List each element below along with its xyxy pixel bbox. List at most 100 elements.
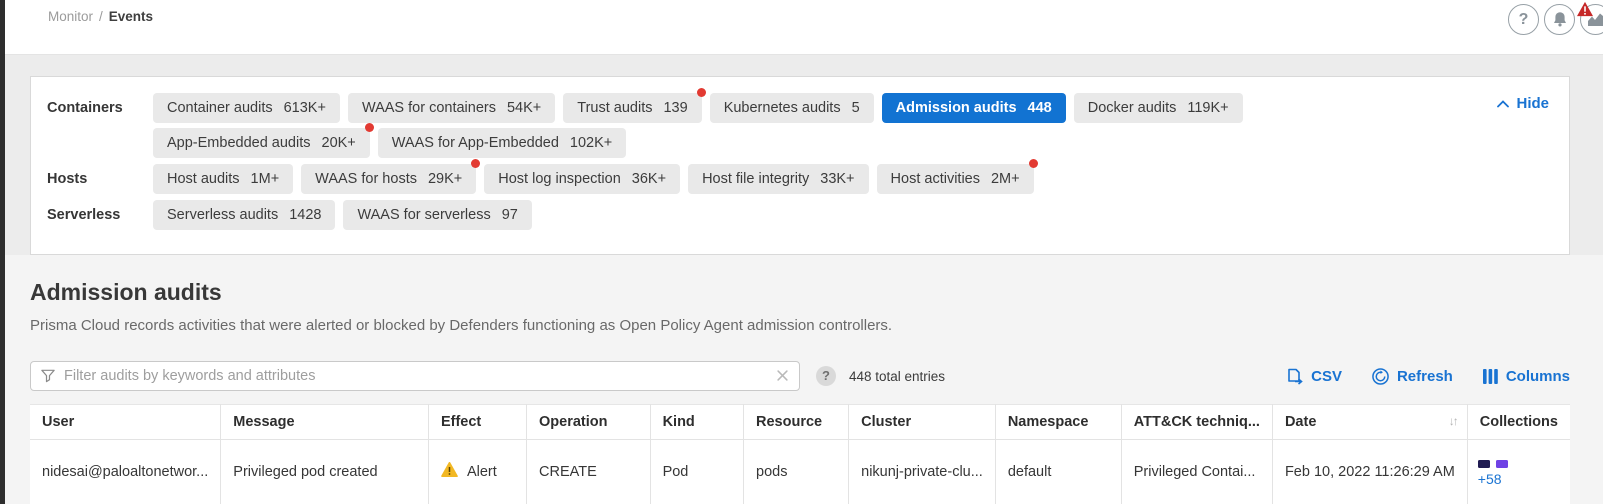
column-header-cluster[interactable]: Cluster (849, 405, 996, 440)
column-header-label: Collections (1480, 414, 1558, 430)
chip-kubernetes-audits[interactable]: Kubernetes audits 5 (710, 93, 874, 123)
chip-label: Host activities (891, 171, 980, 187)
column-header-label: ATT&CK techniq... (1134, 414, 1260, 430)
column-header-date[interactable]: Date ↓↑ (1272, 405, 1467, 440)
effect-label: Alert (467, 464, 497, 480)
hide-label: Hide (1516, 95, 1549, 112)
chip-host-activities[interactable]: Host activities2M+ (877, 164, 1034, 194)
chip-count: 5 (852, 100, 860, 116)
system-status-chart-icon[interactable] (1580, 4, 1603, 35)
column-header-user[interactable]: User (30, 405, 221, 440)
top-bar: Monitor/Events ? (0, 0, 1603, 55)
warning-triangle-icon (441, 462, 458, 481)
chip-host-file-integrity[interactable]: Host file integrity 33K+ (688, 164, 868, 194)
column-header-label: Resource (756, 414, 822, 430)
chip-waas-for-app-embedded[interactable]: WAAS for App-Embedded 102K+ (378, 128, 626, 158)
filter-groups: ContainersContainer audits613K+ WAAS for … (47, 93, 1553, 230)
column-header-label: Namespace (1008, 414, 1089, 430)
chip-label: WAAS for hosts (315, 171, 417, 187)
chip-waas-for-serverless[interactable]: WAAS for serverless97 (343, 200, 531, 230)
chip-count: 1M+ (251, 171, 280, 187)
table-toolbar: ? 448 total entries CSV Refresh (30, 361, 1570, 391)
breadcrumb-monitor[interactable]: Monitor (48, 9, 93, 24)
table-row[interactable]: nidesai@paloaltonetwor...Privileged pod … (30, 440, 1570, 504)
column-header-label: Date (1285, 414, 1316, 430)
chip-count: 29K+ (428, 171, 462, 187)
column-header-label: User (42, 414, 74, 430)
chip-admission-audits[interactable]: Admission audits448 (882, 93, 1066, 123)
chip-label: Trust audits (577, 100, 652, 116)
alert-triangle-badge-icon (1576, 1, 1594, 17)
chip-label: Kubernetes audits (724, 100, 841, 116)
sidebar-edge (0, 0, 5, 504)
header-icons: ? (1508, 4, 1603, 35)
column-header-message[interactable]: Message (221, 405, 429, 440)
column-header-label: Cluster (861, 414, 911, 430)
column-header-label: Message (233, 414, 294, 430)
chip-docker-audits[interactable]: Docker audits119K+ (1074, 93, 1243, 123)
breadcrumb-events: Events (109, 9, 153, 24)
chip-label: WAAS for App-Embedded (392, 135, 559, 151)
chip-count: 33K+ (820, 171, 854, 187)
chip-label: App-Embedded audits (167, 135, 311, 151)
sort-arrows-icon[interactable]: ↓↑ (1449, 414, 1457, 428)
csv-label: CSV (1311, 368, 1342, 385)
chip-container-audits[interactable]: Container audits613K+ (153, 93, 340, 123)
collection-color-icon (1478, 460, 1490, 468)
chip-serverless-audits[interactable]: Serverless audits1428 (153, 200, 335, 230)
filter-group-label-hosts: Hosts (47, 164, 153, 194)
chip-label: Host file integrity (702, 171, 809, 187)
column-header-operation[interactable]: Operation (527, 405, 651, 440)
chip-count: 119K+ (1187, 100, 1228, 116)
filter-box (30, 361, 800, 391)
columns-button[interactable]: Columns (1483, 368, 1570, 385)
chip-host-log-inspection[interactable]: Host log inspection36K+ (484, 164, 680, 194)
column-header-kind[interactable]: Kind (650, 405, 743, 440)
column-header-effect[interactable]: Effect (428, 405, 526, 440)
cell-date: Feb 10, 2022 11:26:29 AM (1272, 440, 1467, 504)
clear-filter-icon[interactable] (774, 369, 790, 385)
page-description: Prisma Cloud records activities that wer… (30, 317, 1603, 334)
chip-count: 20K+ (322, 135, 356, 151)
csv-export-icon (1287, 368, 1303, 385)
hide-panel-button[interactable]: Hide (1497, 95, 1549, 112)
refresh-icon (1372, 368, 1389, 385)
column-header-label: Effect (441, 414, 481, 430)
chip-list: Container audits613K+ WAAS for containers… (153, 93, 1423, 158)
column-header-collections[interactable]: Collections (1467, 405, 1570, 440)
column-header-resource[interactable]: Resource (744, 405, 849, 440)
chip-label: Host audits (167, 171, 240, 187)
cell-kind: Pod (650, 440, 743, 504)
filter-group-label-containers: Containers (47, 93, 153, 123)
chip-count: 36K+ (632, 171, 666, 187)
collection-color-chips (1478, 460, 1570, 468)
column-header-namespace[interactable]: Namespace (995, 405, 1121, 440)
new-events-dot-icon (471, 159, 480, 168)
new-events-dot-icon (1029, 159, 1038, 168)
chip-count: 54K+ (507, 100, 541, 116)
filter-audits-input[interactable] (64, 368, 769, 384)
column-header-att-ck-techniq[interactable]: ATT&CK techniq... (1121, 405, 1272, 440)
filter-group: ServerlessServerless audits1428WAAS for … (47, 200, 1553, 230)
chip-list: Serverless audits1428 WAAS for serverless… (153, 200, 532, 230)
refresh-button[interactable]: Refresh (1372, 368, 1453, 385)
filter-help-icon[interactable]: ? (816, 366, 836, 386)
cell-operation: CREATE (527, 440, 651, 504)
chip-host-audits[interactable]: Host audits 1M+ (153, 164, 293, 194)
notifications-bell-icon[interactable] (1544, 4, 1575, 35)
csv-export-button[interactable]: CSV (1287, 368, 1342, 385)
audits-section: Admission audits Prisma Cloud records ac… (0, 255, 1603, 504)
collections-more-link[interactable]: +58 (1478, 471, 1570, 487)
column-header-label: Operation (539, 414, 607, 430)
effect-value: Alert (441, 462, 514, 481)
help-icon[interactable]: ? (1508, 4, 1539, 35)
chip-waas-for-hosts[interactable]: WAAS for hosts 29K+ (301, 164, 476, 194)
chip-trust-audits[interactable]: Trust audits139 (563, 93, 701, 123)
chip-app-embedded-audits[interactable]: App-Embedded audits 20K+ (153, 128, 370, 158)
event-type-filter-panel: ContainersContainer audits613K+ WAAS for … (30, 76, 1570, 255)
chip-label: Container audits (167, 100, 273, 116)
chip-waas-for-containers[interactable]: WAAS for containers54K+ (348, 93, 555, 123)
chip-count: 102K+ (570, 135, 612, 151)
chip-count: 448 (1028, 100, 1052, 116)
bell-icon (1552, 11, 1568, 28)
